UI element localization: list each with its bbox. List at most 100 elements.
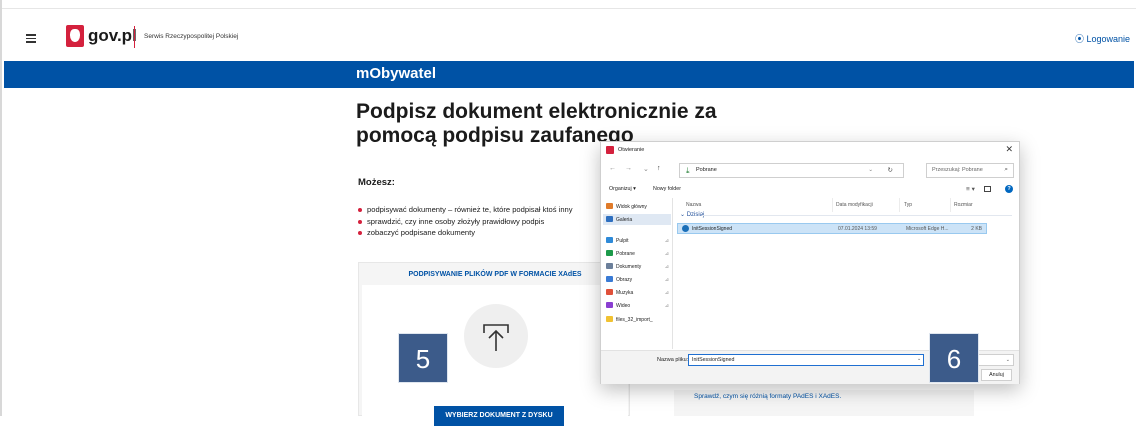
dialog-navbar: ← → ⌄ ↑ ⤓ Pobrane ⌄ ↻ Przeszukaj: Pobran… bbox=[601, 161, 1019, 181]
sidebar-item-label: Muzyka bbox=[616, 290, 634, 296]
logo-divider bbox=[134, 26, 135, 48]
column-header-size[interactable]: Rozmiar bbox=[954, 202, 973, 208]
forward-arrow-icon[interactable]: → bbox=[625, 165, 632, 172]
chevron-down-icon[interactable]: ⌄ bbox=[917, 356, 921, 362]
dialog-titlebar[interactable]: Otwieranie ✕ bbox=[601, 142, 1019, 158]
download-icon bbox=[606, 250, 613, 256]
app-icon bbox=[606, 146, 614, 154]
service-bar: mObywatel bbox=[4, 61, 1134, 88]
step-marker-5: 5 bbox=[398, 333, 448, 383]
card-title: PODPISYWANIE PLIKÓW PDF W FORMACIE XAdES bbox=[408, 271, 582, 278]
step-marker-6: 6 bbox=[929, 333, 979, 383]
documents-icon bbox=[606, 263, 613, 269]
sidebar-item-label: Wideo bbox=[616, 303, 631, 309]
gallery-icon bbox=[606, 216, 613, 222]
can-heading: Możesz: bbox=[358, 177, 395, 188]
address-path: Pobrane bbox=[696, 167, 717, 173]
search-input[interactable]: Przeszukaj: Pobrane ⌕ bbox=[926, 163, 1014, 178]
pictures-icon bbox=[606, 276, 613, 282]
sidebar-item[interactable]: Pulpit ⊿ bbox=[603, 235, 671, 246]
download-folder-icon: ⤓ bbox=[686, 166, 690, 175]
pin-icon: ⊿ bbox=[664, 303, 669, 309]
preview-pane-icon[interactable] bbox=[984, 186, 991, 192]
back-arrow-icon[interactable]: ← bbox=[609, 165, 616, 172]
filename-label: Nazwa pliku: bbox=[657, 357, 689, 363]
sidebar-item-label: Pobrane bbox=[616, 251, 635, 257]
search-icon: ⌕ bbox=[1004, 166, 1008, 173]
browser-page: gov.pl Serwis Rzeczypospolitej Polskiej … bbox=[0, 0, 1136, 426]
top-divider bbox=[2, 8, 1136, 9]
home-icon bbox=[606, 203, 613, 209]
sidebar-item-label: Obrazy bbox=[616, 277, 633, 283]
edge-file-icon bbox=[682, 225, 689, 232]
video-icon bbox=[606, 302, 613, 308]
pin-icon: ⊿ bbox=[664, 277, 669, 283]
sidebar-item[interactable]: Wideo ⊿ bbox=[603, 300, 671, 311]
site-logo[interactable]: gov.pl bbox=[88, 26, 137, 46]
column-header-modified[interactable]: Data modyfikacji bbox=[836, 202, 873, 208]
dialog-title: Otwieranie bbox=[618, 147, 645, 153]
folder-icon bbox=[606, 316, 613, 322]
pin-icon: ⊿ bbox=[664, 238, 669, 244]
sidebar-item[interactable]: Obrazy ⊿ bbox=[603, 274, 671, 285]
help-icon[interactable]: ? bbox=[1005, 185, 1013, 193]
sidebar-item[interactable]: files_32_import_ bbox=[603, 314, 671, 325]
group-divider bbox=[702, 215, 1012, 216]
address-bar[interactable]: ⤓ Pobrane ⌄ ↻ bbox=[679, 163, 904, 178]
sidebar-item-label: Pulpit bbox=[616, 238, 629, 244]
upload-icon bbox=[483, 324, 509, 351]
recent-dropdown-icon[interactable]: ⌄ bbox=[643, 165, 649, 173]
filename-field[interactable] bbox=[688, 354, 924, 366]
search-placeholder: Przeszukaj: Pobrane bbox=[932, 167, 983, 173]
site-header: gov.pl Serwis Rzeczypospolitej Polskiej … bbox=[4, 22, 1134, 58]
login-link[interactable]: ⦿ Logowanie bbox=[1075, 32, 1130, 45]
view-options-icon[interactable]: ≡ ▾ bbox=[966, 185, 975, 193]
sidebar-item[interactable]: Widok główny bbox=[603, 201, 671, 212]
refresh-icon[interactable]: ↻ bbox=[888, 166, 893, 174]
features-list: podpisywać dokumenty – również te, które… bbox=[358, 205, 573, 240]
cancel-button[interactable]: Anuluj bbox=[981, 369, 1012, 381]
service-name: Serwis Rzeczypospolitej Polskiej bbox=[144, 33, 239, 40]
sidebar-item-label: Widok główny bbox=[616, 204, 647, 210]
music-icon bbox=[606, 289, 613, 295]
file-size: 2 KB bbox=[971, 226, 982, 232]
navigation-pane: Widok główny Galeria Pulpit ⊿ Pobrane ⊿ Dokume… bbox=[601, 198, 673, 349]
sidebar-item[interactable]: Pobrane ⊿ bbox=[603, 248, 671, 259]
formats-link[interactable]: Sprawdź, czym się różnią formaty PAdES i… bbox=[694, 393, 841, 400]
dialog-toolbar: Organizuj ▾ Nowy folder ≡ ▾ ? bbox=[601, 185, 1019, 197]
file-name: InitSessionSigned bbox=[692, 226, 733, 232]
sidebar-item-label: Galeria bbox=[616, 217, 633, 223]
chevron-down-icon[interactable]: ⌄ bbox=[868, 167, 873, 173]
sidebar-item[interactable]: Dokumenty ⊿ bbox=[603, 261, 671, 272]
list-item: zobaczyć podpisane dokumenty bbox=[358, 228, 573, 240]
desktop-icon bbox=[606, 237, 613, 243]
file-list: Nazwa Data modyfikacji Typ Rozmiar ⌄ Dzi… bbox=[674, 198, 1019, 349]
pin-icon: ⊿ bbox=[664, 251, 669, 257]
column-divider bbox=[899, 198, 900, 212]
list-item: sprawdzić, czy inne osoby złożyły prawid… bbox=[358, 217, 573, 229]
sidebar-item-label: files_32_import_ bbox=[616, 317, 653, 323]
menu-icon[interactable] bbox=[26, 34, 36, 43]
sidebar-item[interactable]: Muzyka ⊿ bbox=[603, 287, 671, 298]
table-row[interactable]: InitSessionSigned 07.01.2024 13:59 Micro… bbox=[677, 223, 987, 234]
chevron-down-icon: ⌄ bbox=[1005, 357, 1010, 363]
sidebar-item[interactable]: Galeria bbox=[603, 214, 671, 225]
column-divider bbox=[832, 198, 833, 212]
column-divider bbox=[950, 198, 951, 212]
sidebar-item-label: Dokumenty bbox=[616, 264, 642, 270]
list-item: podpisywać dokumenty – również te, które… bbox=[358, 205, 573, 217]
new-folder-button[interactable]: Nowy folder bbox=[653, 186, 681, 192]
close-icon[interactable]: ✕ bbox=[1005, 144, 1013, 155]
file-type: Microsoft Edge H... bbox=[906, 226, 949, 232]
file-date: 07.01.2024 13:59 bbox=[838, 226, 877, 232]
column-header-name[interactable]: Nazwa bbox=[686, 202, 701, 208]
pin-icon: ⊿ bbox=[664, 264, 669, 270]
column-header-type[interactable]: Typ bbox=[904, 202, 912, 208]
eagle-logo-icon bbox=[66, 25, 84, 47]
group-header-today[interactable]: ⌄ Dzisiaj bbox=[680, 211, 704, 218]
service-title[interactable]: mObywatel bbox=[356, 65, 436, 82]
up-arrow-icon[interactable]: ↑ bbox=[657, 165, 661, 172]
organize-menu[interactable]: Organizuj ▾ bbox=[609, 186, 636, 192]
choose-file-button[interactable]: WYBIERZ DOKUMENT Z DYSKU bbox=[434, 406, 564, 426]
pin-icon: ⊿ bbox=[664, 290, 669, 296]
